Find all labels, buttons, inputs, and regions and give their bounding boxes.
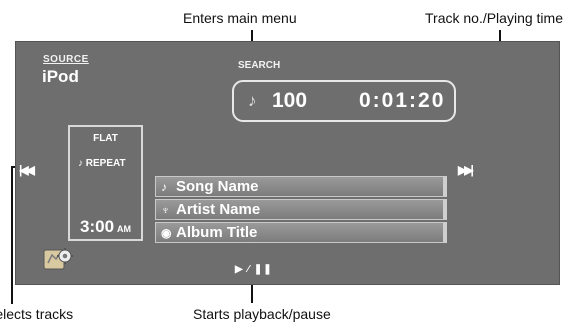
play-pause-icon[interactable]: ▶ ⁄ ❚❚ <box>235 264 273 275</box>
list-item-album[interactable]: ◉ Album Title <box>155 222 447 243</box>
clock: 3:00 AM <box>80 217 131 237</box>
search-button[interactable]: SEARCH <box>238 60 280 71</box>
music-note-icon: ♪ <box>78 158 86 169</box>
source-value: iPod <box>42 67 79 86</box>
track-time-display: ♪ 100 0:01:20 <box>232 80 456 122</box>
callout-main-menu: Enters main menu <box>183 10 297 26</box>
list-item-song[interactable]: ♪ Song Name <box>155 176 447 197</box>
playing-time: 0:01:20 <box>359 89 446 112</box>
settings-gear-icon[interactable] <box>43 247 74 271</box>
repeat-mode: ♪ REPEAT <box>78 158 126 169</box>
eq-mode: FLAT <box>93 133 118 144</box>
music-note-icon: ♪ <box>161 180 167 194</box>
skip-next-icon[interactable]: ▶▶| <box>458 163 474 177</box>
music-note-icon: ♪ <box>248 91 257 110</box>
clock-ampm: AM <box>117 224 132 234</box>
status-panel: FLAT ♪ REPEAT 3:00 AM <box>68 125 143 241</box>
callout-select-tracks: Selects tracks <box>0 306 74 322</box>
artist-name: Artist Name <box>176 201 261 218</box>
ipod-screen: SOURCE iPod SEARCH ♪ 100 0:01:20 |◀◀ ▶▶|… <box>15 41 560 285</box>
album-title: Album Title <box>176 224 258 241</box>
callout-playback: Starts playback/pause <box>193 306 331 322</box>
source-label[interactable]: SOURCE <box>43 54 89 65</box>
track-info-list: ♪ Song Name ♆ Artist Name ◉ Album Title <box>155 176 447 245</box>
track-number: 100 <box>272 89 308 112</box>
callout-track-time: Track no./Playing time <box>425 10 563 26</box>
song-name: Song Name <box>176 178 259 195</box>
repeat-label: REPEAT <box>85 158 126 169</box>
skip-previous-icon[interactable]: |◀◀ <box>19 163 35 177</box>
list-item-artist[interactable]: ♆ Artist Name <box>155 199 447 220</box>
disc-icon: ◉ <box>161 226 172 240</box>
microphone-icon: ♆ <box>161 203 170 217</box>
leader-select-v <box>11 167 13 304</box>
clock-time: 3:00 <box>80 217 115 236</box>
